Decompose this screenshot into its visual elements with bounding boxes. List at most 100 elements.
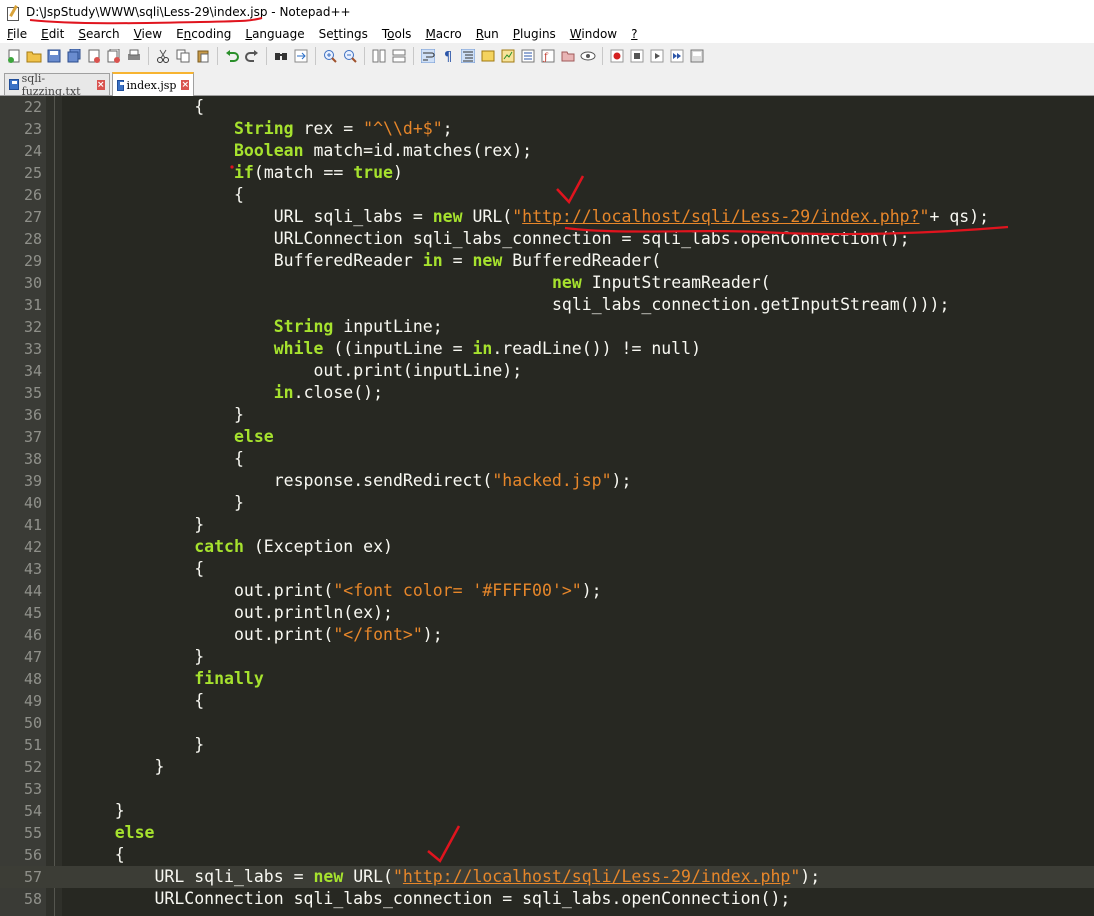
tab-sqli-fuzzing[interactable]: sqli-fuzzing.txt × [4, 72, 110, 98]
code-text: if(match == true) [234, 163, 403, 182]
save-all-icon[interactable] [66, 48, 82, 64]
menu-item-settings[interactable]: Settings [312, 27, 375, 41]
undo-icon[interactable] [224, 48, 240, 64]
open-file-icon[interactable] [26, 48, 42, 64]
code-text: { [194, 691, 205, 710]
line-number: 33 [23, 340, 42, 358]
menu-item-edit[interactable]: Edit [34, 27, 71, 41]
line-number: 51 [23, 736, 42, 754]
show-all-chars-icon[interactable]: ¶ [440, 48, 456, 64]
zoom-in-icon[interactable] [322, 48, 338, 64]
code-line[interactable]: 25 if(match == true) [0, 162, 1094, 184]
indent-guide-icon[interactable] [460, 48, 476, 64]
sync-vertical-icon[interactable] [371, 48, 387, 64]
code-line[interactable]: 53 [0, 778, 1094, 800]
run-macro-multiple-icon[interactable] [669, 48, 685, 64]
redo-icon[interactable] [244, 48, 260, 64]
line-number: 52 [23, 758, 42, 776]
code-line[interactable]: 30 new InputStreamReader( [0, 272, 1094, 294]
cut-icon[interactable] [155, 48, 171, 64]
code-line[interactable]: 34 out.print(inputLine); [0, 360, 1094, 382]
code-line[interactable]: 31 sqli_labs_connection.getInputStream()… [0, 294, 1094, 316]
code-area[interactable]: 22 {23 String rex = "^\\d+$"; 24 Boolean … [0, 96, 1094, 910]
user-lang-icon[interactable] [480, 48, 496, 64]
code-line[interactable]: 48 finally [0, 668, 1094, 690]
close-tab-icon[interactable]: × [96, 79, 105, 90]
code-line[interactable]: 27 URL sqli_labs = new URL("http://local… [0, 206, 1094, 228]
code-line[interactable]: 46 out.print("</font>"); [0, 624, 1094, 646]
copy-icon[interactable] [175, 48, 191, 64]
sync-horizontal-icon[interactable] [391, 48, 407, 64]
menu-item-macro[interactable]: Macro [418, 27, 468, 41]
line-number: 23 [23, 120, 42, 138]
code-line[interactable]: 39 response.sendRedirect("hacked.jsp"); [0, 470, 1094, 492]
code-line[interactable]: 58 URLConnection sqli_labs_connection = … [0, 888, 1094, 910]
function-list-icon[interactable] [520, 48, 536, 64]
code-line[interactable]: 44 out.print("<font color= '#FFFF00'>"); [0, 580, 1094, 602]
record-macro-icon[interactable] [609, 48, 625, 64]
code-line[interactable]: 57 URL sqli_labs = new URL("http://local… [0, 866, 1094, 888]
close-file-icon[interactable] [86, 48, 102, 64]
close-all-icon[interactable] [106, 48, 122, 64]
menu-item-search[interactable]: Search [71, 27, 126, 41]
code-line[interactable]: 23 String rex = "^\\d+$"; [0, 118, 1094, 140]
code-line[interactable]: 37 else [0, 426, 1094, 448]
code-line[interactable]: 42 catch (Exception ex) [0, 536, 1094, 558]
tab-index-jsp[interactable]: index.jsp × [112, 72, 194, 96]
new-file-icon[interactable] [6, 48, 22, 64]
code-line[interactable]: 36 } [0, 404, 1094, 426]
line-number: 44 [23, 582, 42, 600]
print-icon[interactable] [126, 48, 142, 64]
code-line[interactable]: 33 while ((inputLine = in.readLine()) !=… [0, 338, 1094, 360]
stop-macro-icon[interactable] [629, 48, 645, 64]
find-icon[interactable] [273, 48, 289, 64]
zoom-out-icon[interactable] [342, 48, 358, 64]
code-line[interactable]: 40 } [0, 492, 1094, 514]
menu-item-view[interactable]: View [127, 27, 169, 41]
code-text: } [194, 515, 205, 534]
code-line[interactable]: 24 Boolean match=id.matches(rex); [0, 140, 1094, 162]
code-line[interactable]: 35 in.close(); [0, 382, 1094, 404]
code-line[interactable]: 52 } [0, 756, 1094, 778]
replace-icon[interactable] [293, 48, 309, 64]
code-line[interactable]: 49 { [0, 690, 1094, 712]
save-icon[interactable] [46, 48, 62, 64]
monitoring-icon[interactable] [580, 48, 596, 64]
code-line[interactable]: 55 else [0, 822, 1094, 844]
code-line[interactable]: 41 } [0, 514, 1094, 536]
code-line[interactable]: 29 BufferedReader in = new BufferedReade… [0, 250, 1094, 272]
code-line[interactable]: 32 String inputLine; [0, 316, 1094, 338]
doc-map-icon[interactable] [500, 48, 516, 64]
code-line[interactable]: 47 } [0, 646, 1094, 668]
line-number: 37 [23, 428, 42, 446]
menu-item-tools[interactable]: Tools [375, 27, 419, 41]
folder-icon[interactable] [560, 48, 576, 64]
menu-item-language[interactable]: Language [238, 27, 311, 41]
menu-item-file[interactable]: File [0, 27, 34, 41]
code-line[interactable]: 51 } [0, 734, 1094, 756]
code-line[interactable]: 54 } [0, 800, 1094, 822]
code-line[interactable]: 22 { [0, 96, 1094, 118]
code-line[interactable]: 43 { [0, 558, 1094, 580]
tab-label: index.jsp [126, 78, 177, 92]
word-wrap-icon[interactable] [420, 48, 436, 64]
menu-item-window[interactable]: Window [563, 27, 624, 41]
code-line[interactable]: 28 URLConnection sqli_labs_connection = … [0, 228, 1094, 250]
code-line[interactable]: 38 { [0, 448, 1094, 470]
close-tab-icon[interactable]: × [181, 80, 189, 90]
code-line[interactable]: 50 [0, 712, 1094, 734]
code-line[interactable]: 45 out.println(ex); [0, 602, 1094, 624]
code-line[interactable]: 26 { [0, 184, 1094, 206]
folder-workspace-icon[interactable]: ƒ [540, 48, 556, 64]
menu-item-help[interactable]: ? [624, 27, 644, 41]
menu-item-encoding[interactable]: Encoding [169, 27, 238, 41]
code-line[interactable]: 56 { [0, 844, 1094, 866]
paste-icon[interactable] [195, 48, 211, 64]
saved-file-icon [9, 79, 19, 90]
play-macro-icon[interactable] [649, 48, 665, 64]
line-number: 56 [23, 846, 42, 864]
menu-item-run[interactable]: Run [469, 27, 506, 41]
menu-item-plugins[interactable]: Plugins [506, 27, 563, 41]
save-macro-icon[interactable] [689, 48, 705, 64]
code-editor[interactable]: 22 {23 String rex = "^\\d+$"; 24 Boolean … [0, 96, 1094, 916]
